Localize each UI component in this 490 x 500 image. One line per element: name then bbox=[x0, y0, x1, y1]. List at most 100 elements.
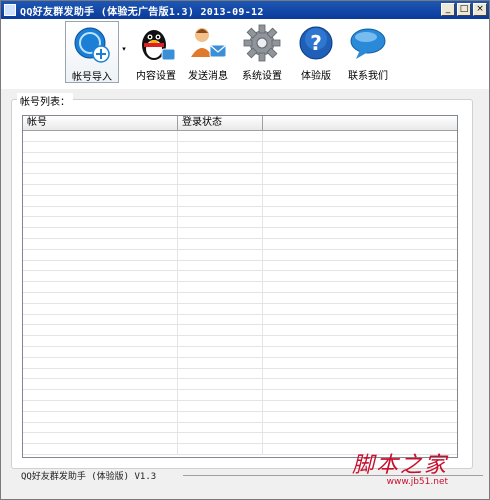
list-header: 帐号 登录状态 bbox=[23, 116, 457, 131]
table-cell bbox=[23, 368, 178, 379]
table-cell bbox=[263, 261, 457, 271]
toolbar-label: 联系我们 bbox=[348, 71, 388, 82]
table-row bbox=[23, 217, 457, 229]
toolbar-label: 系统设置 bbox=[242, 71, 282, 82]
table-row bbox=[23, 325, 457, 337]
table-cell bbox=[178, 336, 263, 346]
send-message-button[interactable]: 发送消息 bbox=[181, 21, 235, 83]
table-cell bbox=[263, 325, 457, 335]
table-cell bbox=[178, 422, 263, 433]
table-cell bbox=[178, 411, 263, 422]
table-row bbox=[23, 411, 457, 423]
table-row bbox=[23, 422, 457, 434]
table-cell bbox=[178, 131, 263, 141]
table-cell bbox=[263, 423, 457, 433]
column-header-account[interactable]: 帐号 bbox=[23, 116, 178, 131]
system-settings-button[interactable]: 系统设置 bbox=[235, 21, 289, 83]
table-cell bbox=[178, 379, 263, 390]
watermark-title: 脚本之家 bbox=[352, 453, 449, 478]
toolbar: 帐号导入 ▾ 内容设置 发送消息 系统设置 ? 体验版 联系我们 bbox=[1, 19, 489, 89]
table-row bbox=[23, 314, 457, 326]
contact-us-button[interactable]: 联系我们 bbox=[341, 21, 395, 83]
table-row bbox=[23, 184, 457, 196]
table-cell bbox=[23, 303, 178, 314]
qq-penguin-icon bbox=[136, 23, 176, 63]
table-row bbox=[23, 346, 457, 358]
table-cell bbox=[263, 390, 457, 400]
table-row bbox=[23, 368, 457, 380]
table-cell bbox=[178, 141, 263, 152]
table-row bbox=[23, 174, 457, 185]
table-cell bbox=[263, 282, 457, 292]
status-text: QQ好友群发助手 (体验版) V1.3 bbox=[21, 472, 157, 482]
table-cell bbox=[178, 206, 263, 217]
table-row bbox=[23, 152, 457, 164]
table-cell bbox=[23, 195, 178, 206]
chat-bubble-icon bbox=[348, 23, 388, 63]
table-cell bbox=[263, 163, 457, 173]
table-cell bbox=[178, 292, 263, 303]
table-row bbox=[23, 336, 457, 347]
table-cell bbox=[23, 444, 178, 454]
table-cell bbox=[263, 250, 457, 260]
table-row bbox=[23, 282, 457, 293]
table-cell bbox=[263, 315, 457, 325]
table-cell bbox=[23, 184, 178, 195]
toolbar-label: 发送消息 bbox=[188, 71, 228, 82]
maximize-button[interactable]: □ bbox=[457, 3, 471, 16]
minimize-button[interactable]: _ bbox=[441, 3, 455, 16]
table-cell bbox=[178, 346, 263, 357]
table-cell bbox=[178, 184, 263, 195]
table-cell bbox=[178, 217, 263, 228]
column-header-empty bbox=[263, 116, 457, 131]
table-row bbox=[23, 271, 457, 283]
title-bar[interactable]: QQ好友群发助手 (体验无广告版1.3) 2013-09-12 _ □ × bbox=[1, 1, 489, 19]
send-message-icon bbox=[188, 23, 228, 63]
table-row bbox=[23, 292, 457, 304]
table-cell bbox=[178, 163, 263, 174]
table-cell bbox=[178, 174, 263, 184]
table-cell bbox=[178, 433, 263, 444]
table-cell bbox=[178, 325, 263, 336]
table-row bbox=[23, 400, 457, 412]
table-cell bbox=[23, 433, 178, 444]
table-cell bbox=[178, 195, 263, 206]
table-cell bbox=[263, 185, 457, 195]
table-cell bbox=[23, 400, 178, 411]
table-cell bbox=[23, 282, 178, 292]
table-cell bbox=[263, 347, 457, 357]
table-cell bbox=[263, 271, 457, 281]
table-cell bbox=[23, 390, 178, 400]
table-cell bbox=[23, 228, 178, 238]
toolbar-label: 帐号导入 bbox=[72, 72, 112, 83]
trial-version-button[interactable]: ? 体验版 bbox=[289, 21, 343, 83]
account-import-button[interactable]: 帐号导入 bbox=[65, 21, 119, 83]
column-header-login-status[interactable]: 登录状态 bbox=[178, 116, 263, 131]
table-cell bbox=[178, 238, 263, 249]
help-icon: ? bbox=[296, 23, 336, 63]
table-cell bbox=[178, 282, 263, 292]
table-cell bbox=[23, 163, 178, 174]
table-row bbox=[23, 379, 457, 391]
table-cell bbox=[263, 131, 457, 141]
svg-text:?: ? bbox=[310, 31, 322, 55]
watermark: 脚本之家 www.jb51.net bbox=[352, 447, 448, 487]
table-cell bbox=[178, 444, 263, 454]
table-cell bbox=[178, 271, 263, 282]
app-icon bbox=[4, 4, 16, 16]
window-controls: _ □ × bbox=[441, 3, 487, 16]
table-row bbox=[23, 260, 457, 272]
table-cell bbox=[23, 357, 178, 368]
table-cell bbox=[263, 304, 457, 314]
content-settings-button[interactable]: 内容设置 bbox=[129, 21, 183, 83]
table-row bbox=[23, 357, 457, 369]
close-button[interactable]: × bbox=[473, 3, 487, 16]
table-cell bbox=[178, 303, 263, 314]
table-cell bbox=[263, 369, 457, 379]
account-list[interactable]: 帐号 登录状态 bbox=[22, 115, 458, 458]
table-cell bbox=[178, 390, 263, 400]
table-cell bbox=[263, 358, 457, 368]
table-cell bbox=[23, 411, 178, 422]
table-cell bbox=[263, 142, 457, 152]
chevron-down-icon[interactable]: ▾ bbox=[120, 45, 128, 53]
